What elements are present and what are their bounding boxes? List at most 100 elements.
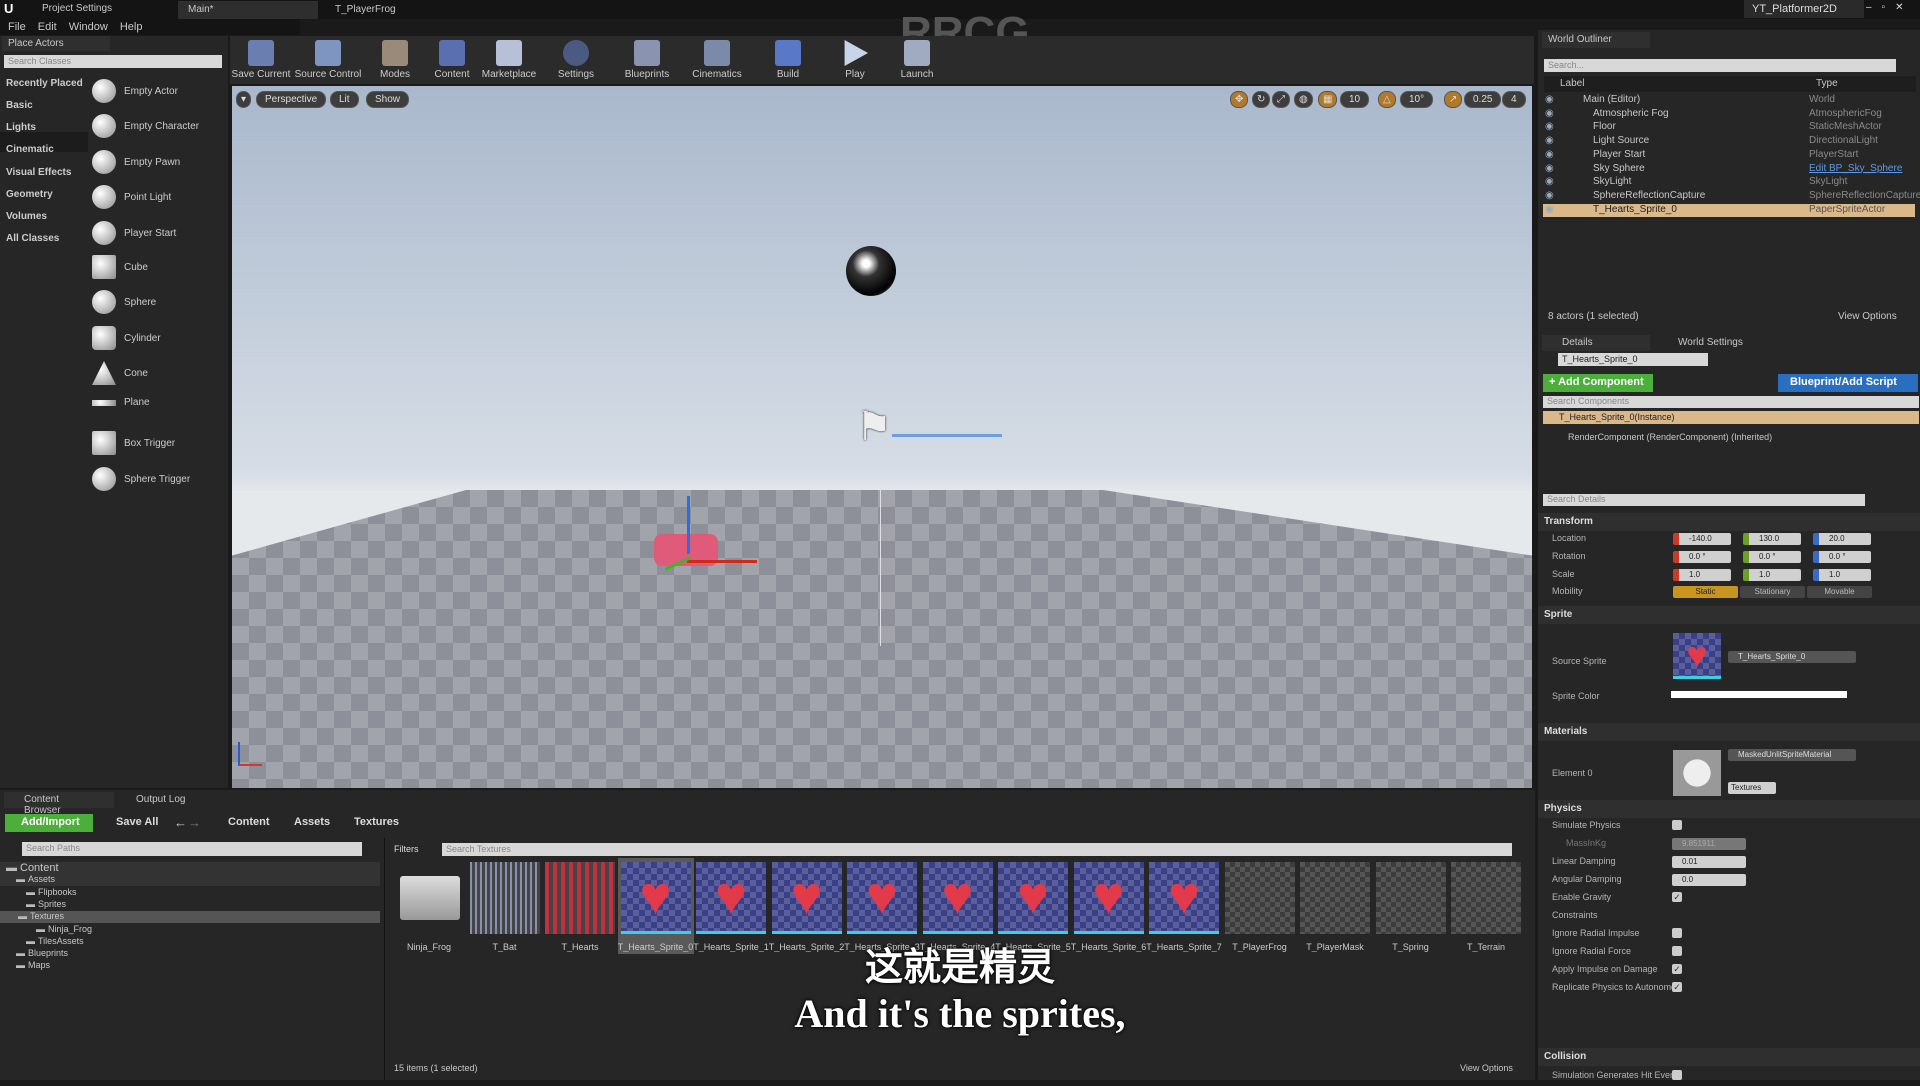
- visibility-eye-icon[interactable]: ◉: [1545, 121, 1554, 132]
- rotation-x[interactable]: 0.0 °: [1673, 551, 1731, 563]
- marketplace-button[interactable]: Marketplace: [478, 40, 540, 80]
- asset-thumbnail[interactable]: [1451, 862, 1521, 934]
- section-collision[interactable]: Collision: [1538, 1048, 1920, 1066]
- menu-file[interactable]: File: [8, 21, 26, 33]
- outliner-row[interactable]: ◉ Sky Sphere Edit BP_Sky_Sphere: [1543, 163, 1915, 176]
- asset-thumbnail[interactable]: ♥: [1149, 862, 1219, 934]
- scale-snap-icon[interactable]: ↗: [1444, 91, 1463, 108]
- search-details-input[interactable]: Search Details: [1543, 494, 1865, 506]
- tab-world-settings[interactable]: World Settings: [1658, 335, 1763, 350]
- visibility-eye-icon[interactable]: ◉: [1545, 176, 1554, 187]
- launch-button[interactable]: Launch: [886, 40, 948, 80]
- outliner-row[interactable]: ◉ SkyLight SkyLight: [1543, 176, 1915, 189]
- asset-thumbnail[interactable]: ♥: [847, 862, 917, 934]
- section-transform[interactable]: Transform: [1538, 513, 1920, 531]
- world-local-icon[interactable]: ◍: [1294, 91, 1313, 108]
- outliner-view-options[interactable]: View Options: [1838, 311, 1897, 322]
- category-all-classes[interactable]: All Classes: [6, 233, 59, 244]
- cinematics-button[interactable]: Cinematics: [682, 40, 752, 80]
- tab-output-log[interactable]: Output Log: [120, 794, 201, 805]
- breadcrumb-content[interactable]: Content: [228, 816, 270, 828]
- actor-plane[interactable]: Plane: [92, 397, 150, 408]
- physics-checkbox[interactable]: [1672, 820, 1682, 830]
- mobility-static[interactable]: Static: [1673, 586, 1738, 598]
- outliner-row[interactable]: ◉ Light Source DirectionalLight: [1543, 135, 1915, 148]
- physics-value-field[interactable]: 0.01: [1672, 856, 1746, 868]
- mobility-stationary[interactable]: Stationary: [1740, 586, 1805, 598]
- col-label[interactable]: Label: [1560, 78, 1584, 89]
- actor-empty-pawn[interactable]: Empty Pawn: [92, 150, 180, 174]
- visibility-eye-icon[interactable]: ◉: [1545, 135, 1554, 146]
- outliner-search-input[interactable]: Search...: [1544, 59, 1896, 72]
- category-basic[interactable]: Basic: [6, 100, 33, 111]
- grid-snap-icon[interactable]: ▦: [1318, 91, 1338, 108]
- outliner-row[interactable]: ◉ Main (Editor) World: [1543, 94, 1915, 107]
- folder-tree-item[interactable]: ▬ Assets: [0, 874, 380, 887]
- cb-view-options[interactable]: View Options: [1460, 1063, 1513, 1073]
- actor-sphere-trigger[interactable]: Sphere Trigger: [92, 467, 190, 491]
- translate-tool-icon[interactable]: ✥: [1230, 91, 1249, 108]
- level-viewport[interactable]: ⚑ ▾ Perspective Lit Show ✥ ↻ ⤢ ◍ ▦ 10 △ …: [232, 86, 1532, 788]
- tab-content-browser[interactable]: Content Browser: [4, 792, 114, 816]
- asset-thumbnail[interactable]: ♥: [620, 862, 691, 934]
- menu-window[interactable]: Window: [69, 21, 108, 33]
- component-instance-row[interactable]: T_Hearts_Sprite_0(Instance): [1543, 411, 1919, 424]
- visibility-eye-icon[interactable]: ◉: [1545, 108, 1554, 119]
- col-type[interactable]: Type: [1816, 78, 1838, 89]
- asset-thumbnail[interactable]: [394, 862, 464, 934]
- actor-cylinder[interactable]: Cylinder: [92, 326, 161, 350]
- window-controls[interactable]: –▫✕: [1866, 2, 1914, 13]
- show-button[interactable]: Show: [366, 91, 410, 108]
- filters-button[interactable]: Filters: [394, 844, 419, 854]
- menu-help[interactable]: Help: [120, 21, 143, 33]
- actor-cube[interactable]: Cube: [92, 255, 148, 279]
- viewport-options-button[interactable]: ▾: [236, 91, 252, 108]
- asset-thumbnail[interactable]: ♥: [998, 862, 1068, 934]
- save-all-button[interactable]: Save All: [100, 816, 158, 828]
- actor-cone[interactable]: Cone: [92, 361, 148, 385]
- rotation-y[interactable]: 0.0 °: [1743, 551, 1801, 563]
- scale-snap-value[interactable]: 0.25: [1464, 91, 1502, 108]
- actor-player-start[interactable]: Player Start: [92, 221, 176, 245]
- scale-x[interactable]: 1.0: [1673, 569, 1731, 581]
- player-start-icon[interactable]: ⚑: [856, 404, 892, 450]
- rotation-z[interactable]: 0.0 °: [1813, 551, 1871, 563]
- folder-tree-item[interactable]: ▬ Ninja_Frog: [0, 924, 380, 936]
- section-materials[interactable]: Materials: [1538, 723, 1920, 741]
- asset-thumbnail[interactable]: ♥: [922, 862, 993, 934]
- tab-player-frog[interactable]: T_PlayerFrog: [325, 1, 406, 19]
- visibility-eye-icon[interactable]: ◉: [1545, 94, 1554, 105]
- play-button[interactable]: Play: [824, 40, 886, 80]
- asset-thumbnail[interactable]: [1375, 862, 1446, 934]
- source-sprite-dropdown[interactable]: T_Hearts_Sprite_0: [1728, 651, 1856, 663]
- rotation-snap-icon[interactable]: △: [1378, 91, 1396, 108]
- material-thumbnail[interactable]: [1673, 750, 1721, 796]
- rotation-snap-value[interactable]: 10°: [1400, 91, 1434, 108]
- search-textures-input[interactable]: Search Textures: [442, 843, 1512, 856]
- actor-empty-character[interactable]: Empty Character: [92, 114, 199, 138]
- breadcrumb-assets[interactable]: Assets: [294, 816, 330, 828]
- breadcrumb-textures[interactable]: Textures: [354, 816, 399, 828]
- folder-tree-item[interactable]: ▬ Flipbooks: [0, 887, 380, 899]
- outliner-row[interactable]: ◉ Atmospheric Fog AtmosphericFog: [1543, 108, 1915, 121]
- location-x[interactable]: -140.0: [1673, 533, 1731, 545]
- physics-value-field[interactable]: 9.851911: [1672, 838, 1746, 850]
- physics-value-field[interactable]: 0.0: [1672, 874, 1746, 886]
- actor-type[interactable]: Edit BP_Sky_Sphere: [1809, 163, 1902, 174]
- scale-tool-icon[interactable]: ⤢: [1272, 91, 1290, 108]
- project-settings[interactable]: Project Settings: [42, 3, 112, 14]
- render-component-row[interactable]: RenderComponent (RenderComponent) (Inher…: [1568, 432, 1772, 442]
- search-classes-input[interactable]: Search Classes: [4, 55, 222, 68]
- menu-edit[interactable]: Edit: [38, 21, 57, 33]
- content-button[interactable]: Content: [426, 40, 478, 80]
- category-cinematic[interactable]: Cinematic: [6, 144, 54, 155]
- visibility-eye-icon[interactable]: ◉: [1545, 163, 1554, 174]
- actor-sphere[interactable]: Sphere: [92, 290, 156, 314]
- settings-button[interactable]: Settings: [540, 40, 612, 80]
- asset-thumbnail[interactable]: ♥: [771, 862, 842, 934]
- tab-world-outliner[interactable]: World Outliner: [1542, 32, 1650, 48]
- actor-box-trigger[interactable]: Box Trigger: [92, 431, 175, 455]
- material-dropdown[interactable]: MaskedUnlitSpriteMaterial: [1728, 749, 1856, 761]
- camera-speed[interactable]: 4: [1502, 91, 1526, 108]
- source-control-button[interactable]: Source Control: [292, 40, 364, 80]
